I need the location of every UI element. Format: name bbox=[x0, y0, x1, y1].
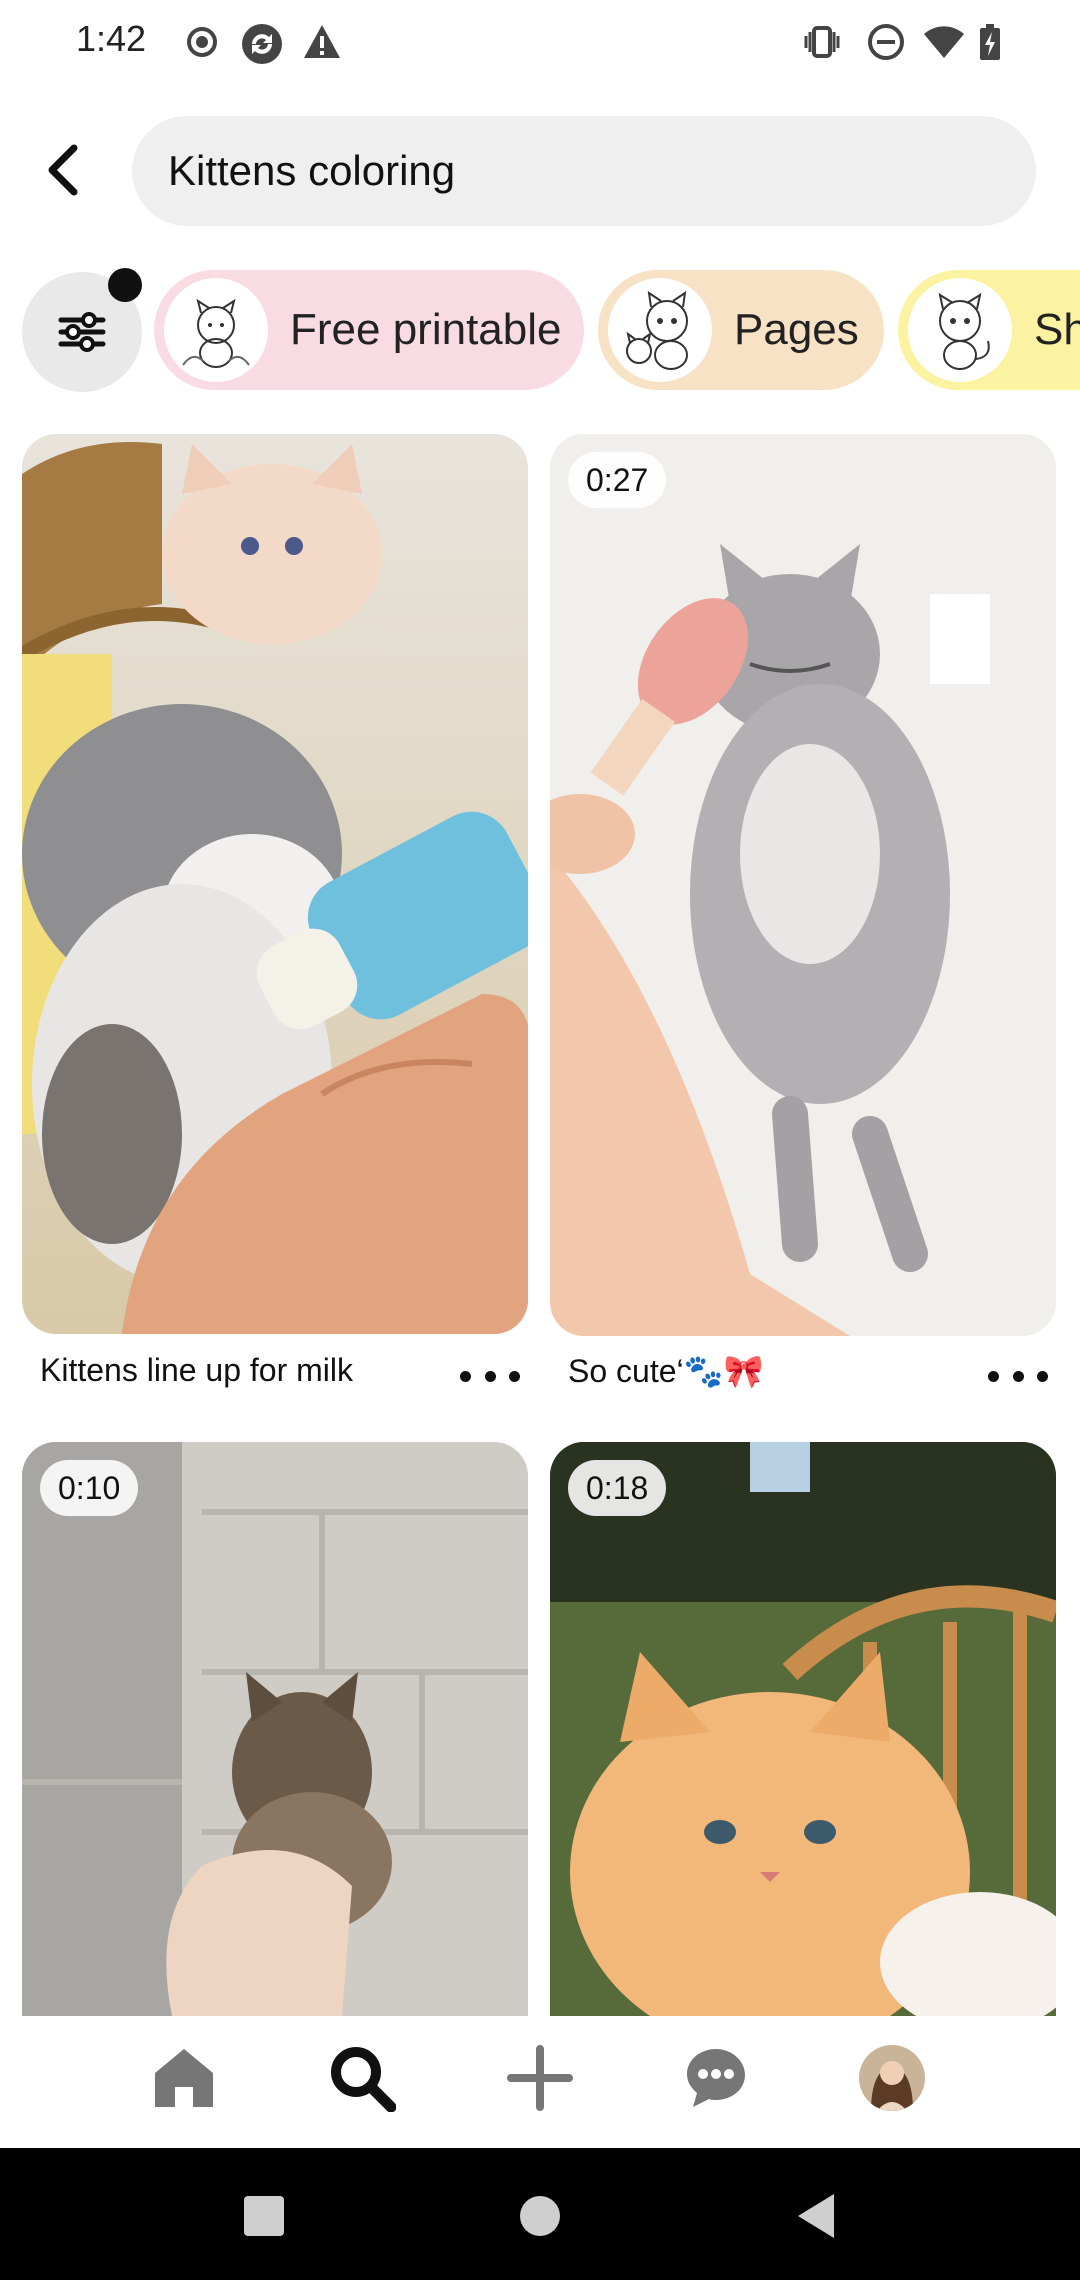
back-triangle-icon bbox=[798, 2194, 834, 2238]
pin-more-button[interactable] bbox=[460, 1356, 520, 1396]
video-duration: 0:18 bbox=[568, 1460, 667, 1516]
cat-drawing-icon bbox=[626, 290, 688, 370]
nav-profile[interactable] bbox=[852, 2038, 932, 2118]
search-icon bbox=[331, 2047, 396, 2112]
pin-caption[interactable]: So cute‘🐾🎀 bbox=[568, 1352, 763, 1390]
kitten-garden-photo bbox=[550, 1442, 1056, 2016]
pin-caption[interactable]: Kittens line up for milk bbox=[40, 1352, 353, 1389]
kitten-bottle-photo bbox=[22, 434, 528, 1334]
status-time: 1:42 bbox=[76, 18, 147, 59]
recents-icon bbox=[244, 2196, 284, 2236]
avatar-image bbox=[859, 2045, 925, 2111]
chip-sh[interactable]: Sh bbox=[898, 270, 1080, 390]
do-not-disturb-icon bbox=[868, 24, 904, 60]
chip-label: Pages bbox=[734, 305, 859, 354]
wifi-icon bbox=[924, 26, 964, 58]
home-icon bbox=[155, 2049, 213, 2107]
recents-button[interactable] bbox=[236, 2188, 292, 2244]
pin-video[interactable]: 0:10 bbox=[22, 1442, 528, 2016]
record-icon bbox=[187, 27, 217, 57]
create-icon bbox=[507, 2045, 573, 2111]
battery-charging-icon bbox=[980, 24, 1000, 60]
video-duration: 0:27 bbox=[568, 452, 667, 508]
pin-video[interactable]: 0:18 bbox=[550, 1442, 1056, 2016]
search-query: Kittens coloring bbox=[168, 147, 456, 194]
pin-more-button[interactable] bbox=[988, 1356, 1048, 1396]
chevron-left-icon bbox=[48, 144, 78, 196]
home-circle-icon bbox=[520, 2196, 560, 2236]
messages-icon bbox=[687, 2049, 745, 2107]
nav-search[interactable] bbox=[322, 2038, 402, 2118]
chip-thumbnail bbox=[164, 278, 268, 382]
nav-messages[interactable] bbox=[676, 2038, 756, 2118]
warning-icon bbox=[304, 25, 340, 58]
sliders-icon bbox=[58, 312, 106, 352]
filter-chips-row: Free printable Pages Sh bbox=[0, 268, 1080, 392]
vibrate-icon bbox=[804, 26, 840, 58]
cat-drawing-icon bbox=[938, 292, 990, 370]
back-button[interactable] bbox=[34, 136, 94, 204]
system-nav-bar bbox=[0, 2148, 1080, 2280]
back-nav-button[interactable] bbox=[788, 2188, 844, 2244]
cat-drawing-icon bbox=[182, 298, 250, 368]
search-input[interactable]: Kittens coloring bbox=[132, 116, 1036, 226]
status-bar: 1:42 bbox=[0, 0, 1080, 86]
bottom-nav bbox=[0, 2016, 1080, 2148]
chip-thumbnail bbox=[908, 278, 1012, 382]
pin-video[interactable]: 0:27 bbox=[550, 434, 1056, 1336]
chip-label: Free printable bbox=[290, 305, 562, 354]
kitten-wall-photo bbox=[22, 1442, 528, 2016]
nav-create[interactable] bbox=[500, 2038, 580, 2118]
chip-thumbnail bbox=[608, 278, 712, 382]
video-duration: 0:10 bbox=[40, 1460, 139, 1516]
home-button[interactable] bbox=[512, 2188, 568, 2244]
chip-free-printable[interactable]: Free printable bbox=[154, 270, 584, 390]
nav-home[interactable] bbox=[144, 2038, 224, 2118]
sync-icon bbox=[242, 24, 282, 64]
filter-active-dot bbox=[108, 268, 142, 302]
kitten-brush-photo bbox=[550, 434, 1056, 1336]
chip-pages[interactable]: Pages bbox=[598, 270, 884, 390]
pin-image[interactable] bbox=[22, 434, 528, 1334]
chip-label: Sh bbox=[1034, 305, 1080, 354]
profile-avatar bbox=[859, 2045, 925, 2111]
